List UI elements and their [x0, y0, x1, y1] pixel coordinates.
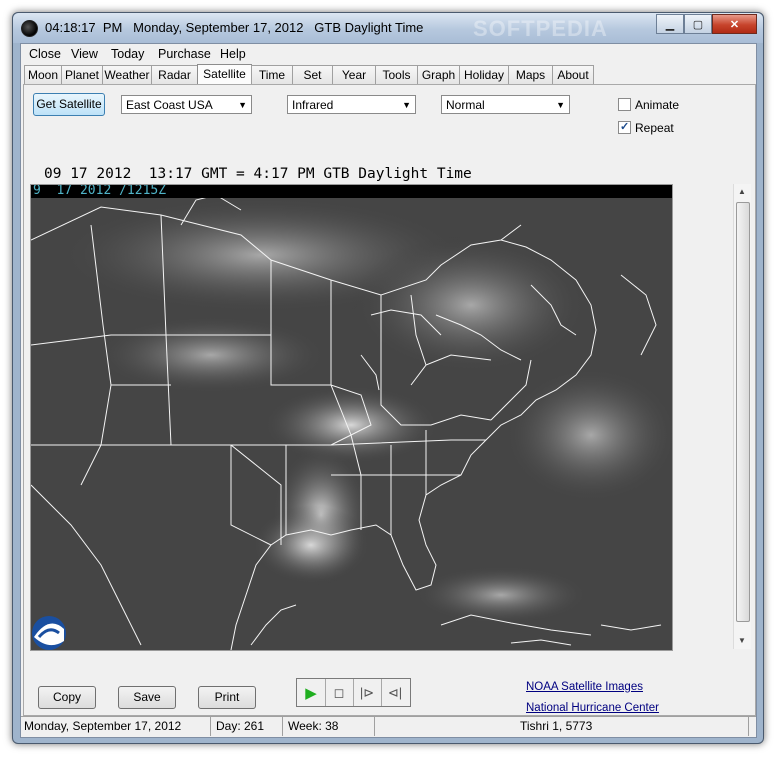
satellite-pane: Get Satellite East Coast USA ▼ Infrared … [23, 84, 756, 716]
window-title: 04:18:17 PM Monday, September 17, 2012 G… [45, 20, 424, 35]
watermark-logo: SOFTPEDIA [473, 16, 608, 41]
menu-view[interactable]: View [71, 47, 98, 61]
stop-button[interactable]: ◻ [325, 679, 354, 706]
minimize-button[interactable]: ▁ [656, 14, 684, 34]
image-header-bar: 9 17 2012 /1215Z [31, 185, 672, 198]
satellite-image: 9 17 2012 /1215Z [30, 184, 673, 651]
client-area: Close View Today Purchase Help Moon Plan… [20, 43, 757, 738]
menu-help[interactable]: Help [220, 47, 246, 61]
step-back-button[interactable]: ⊲| [381, 679, 409, 706]
step-forward-icon: |⊳ [359, 684, 375, 700]
status-hebrew-date: Tishri 1, 5773 [377, 717, 749, 736]
get-satellite-button[interactable]: Get Satellite [33, 93, 105, 116]
repeat-label: Repeat [635, 121, 674, 135]
print-button[interactable]: Print [198, 686, 256, 709]
noaa-satellite-link[interactable]: NOAA Satellite Images [526, 681, 643, 693]
close-window-button[interactable]: ✕ [712, 14, 757, 34]
copy-button[interactable]: Copy [38, 686, 96, 709]
tab-about[interactable]: About [552, 65, 594, 85]
step-back-icon: ⊲| [387, 684, 403, 700]
app-window: 04:18:17 PM Monday, September 17, 2012 G… [12, 12, 764, 744]
tab-graph[interactable]: Graph [417, 65, 460, 85]
time-conversion-line: 09 17 2012 13:17 GMT = 4:17 PM GTB Dayli… [44, 166, 472, 182]
close-icon: ✕ [729, 18, 740, 31]
tab-satellite[interactable]: Satellite [197, 64, 252, 86]
maximize-button[interactable]: ▢ [684, 14, 712, 34]
channel-value: Infrared [292, 98, 334, 112]
checkbox-box [618, 98, 631, 111]
tab-time[interactable]: Time [251, 65, 293, 85]
play-button[interactable]: ▶ [297, 679, 326, 706]
chevron-down-icon: ▼ [402, 100, 411, 110]
menu-today[interactable]: Today [111, 47, 144, 61]
animate-checkbox[interactable]: Animate [618, 98, 679, 112]
satellite-map-svg [31, 185, 672, 650]
maximize-icon: ▢ [692, 18, 704, 31]
status-date: Monday, September 17, 2012 [21, 717, 211, 736]
checkmark-icon: ✓ [620, 121, 630, 133]
app-icon[interactable] [21, 20, 38, 37]
tab-tools[interactable]: Tools [375, 65, 418, 85]
checkbox-box: ✓ [618, 121, 631, 134]
animation-controls: ▶ ◻ |⊳ ⊲| [296, 678, 411, 707]
tab-weather[interactable]: Weather [102, 65, 152, 85]
chevron-down-icon: ▼ [238, 100, 247, 110]
chevron-down-icon: ▼ [556, 100, 565, 110]
title-bar[interactable]: 04:18:17 PM Monday, September 17, 2012 G… [13, 13, 763, 43]
status-week: Week: 38 [285, 717, 375, 736]
region-value: East Coast USA [126, 98, 213, 112]
national-hurricane-link[interactable]: National Hurricane Center [526, 702, 659, 714]
stop-icon: ◻ [333, 684, 345, 700]
minimize-icon: ▁ [665, 18, 675, 31]
tab-set[interactable]: Set [292, 65, 333, 85]
save-button[interactable]: Save [118, 686, 176, 709]
image-timestamp: 9 17 2012 /1215Z [33, 184, 167, 198]
mode-select[interactable]: Normal ▼ [441, 95, 570, 114]
repeat-checkbox[interactable]: ✓ Repeat [618, 121, 674, 135]
tab-holiday[interactable]: Holiday [459, 65, 509, 85]
tab-year[interactable]: Year [332, 65, 376, 85]
tab-radar[interactable]: Radar [151, 65, 198, 85]
status-day: Day: 261 [213, 717, 283, 736]
animate-label: Animate [635, 98, 680, 112]
step-forward-button[interactable]: |⊳ [353, 679, 382, 706]
tab-planet[interactable]: Planet [61, 65, 103, 85]
vertical-scrollbar[interactable]: ▲ ▼ [733, 184, 751, 649]
scroll-thumb[interactable] [736, 202, 750, 622]
status-bar: Monday, September 17, 2012 Day: 261 Week… [21, 716, 756, 737]
tab-maps[interactable]: Maps [508, 65, 553, 85]
scroll-down-icon[interactable]: ▼ [738, 636, 746, 645]
channel-select[interactable]: Infrared ▼ [287, 95, 416, 114]
scroll-up-icon[interactable]: ▲ [738, 187, 746, 196]
region-select[interactable]: East Coast USA ▼ [121, 95, 252, 114]
menu-bar: Close View Today Purchase Help [21, 44, 756, 64]
tab-moon[interactable]: Moon [24, 65, 62, 85]
mode-value: Normal [446, 98, 485, 112]
noaa-logo [32, 616, 66, 650]
menu-close[interactable]: Close [29, 47, 61, 61]
menu-purchase[interactable]: Purchase [158, 47, 211, 61]
play-icon: ▶ [305, 684, 317, 702]
